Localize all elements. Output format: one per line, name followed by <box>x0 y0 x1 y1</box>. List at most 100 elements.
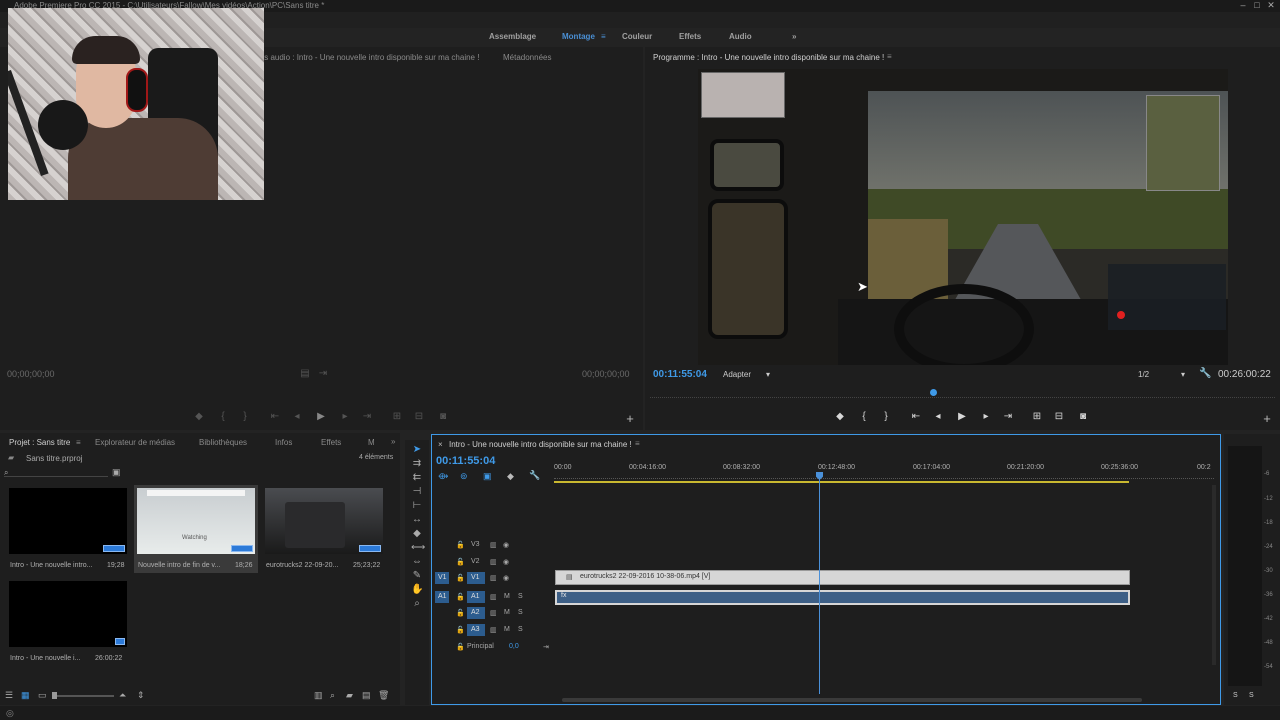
mute-button[interactable]: M <box>504 626 510 633</box>
icon-view-icon[interactable]: ▦ <box>21 690 30 701</box>
timeline-vscroll[interactable] <box>1212 485 1216 665</box>
slide-icon[interactable]: ⇔ <box>411 556 423 568</box>
tab-markers[interactable]: M <box>368 438 375 447</box>
close-icon[interactable]: ✕ <box>1264 0 1278 11</box>
project-item-thumb[interactable] <box>9 488 127 554</box>
master-volume-value[interactable]: 0,0 <box>509 643 519 650</box>
timeline-ruler[interactable] <box>554 474 1214 479</box>
tab-media-browser[interactable]: Explorateur de médias <box>95 438 175 447</box>
toggle-sync-icon[interactable]: ▥ <box>490 609 497 617</box>
add-button-icon[interactable]: + <box>623 411 637 426</box>
toggle-sync-icon[interactable]: ▥ <box>490 593 497 601</box>
zoom-icon[interactable]: ⌕ <box>411 598 423 610</box>
go-to-out-icon[interactable]: ⇥ <box>1001 411 1015 422</box>
razor-icon[interactable]: ◆ <box>411 528 423 540</box>
program-title[interactable]: Programme : Intro - Une nouvelle intro d… <box>653 53 884 62</box>
find-icon[interactable]: ⌕ <box>330 690 335 701</box>
lock-icon[interactable]: 🔓 <box>456 626 465 634</box>
program-timecode[interactable]: 00:11:55:04 <box>653 369 707 380</box>
workspace-overflow[interactable]: » <box>792 32 796 41</box>
minimize-icon[interactable]: – <box>1236 0 1250 10</box>
program-scrubber[interactable] <box>650 390 1275 398</box>
workspace-effets[interactable]: Effets <box>679 32 701 41</box>
eye-icon[interactable]: ◉ <box>503 558 509 566</box>
step-back-icon[interactable]: ◂ <box>931 411 945 422</box>
workspace-menu-icon[interactable]: ≡ <box>601 32 606 41</box>
list-view-icon[interactable]: ☰ <box>5 690 13 701</box>
eye-icon[interactable]: ◉ <box>503 541 509 549</box>
go-to-in-icon[interactable]: ⇤ <box>909 411 923 422</box>
play-icon[interactable]: ▶ <box>955 411 969 422</box>
chevron-down-icon[interactable]: ▾ <box>766 370 770 379</box>
lock-icon[interactable]: 🔓 <box>456 541 465 549</box>
wrench-icon[interactable]: 🔧 <box>1199 368 1211 379</box>
extract-icon[interactable]: ⊟ <box>1052 411 1066 422</box>
timeline-timecode[interactable]: 00:11:55:04 <box>436 455 495 467</box>
tab-menu-icon[interactable]: ≡ <box>76 438 81 447</box>
project-item-thumb[interactable]: Watching <box>137 488 255 554</box>
tab-libraries[interactable]: Bibliothèques <box>199 438 247 447</box>
eye-icon[interactable]: ◉ <box>503 574 509 582</box>
marker-icon[interactable]: ◆ <box>833 411 847 422</box>
tab-overflow[interactable]: » <box>391 437 395 446</box>
linked-selection-icon[interactable]: ⊚ <box>460 471 468 482</box>
workspace-montage[interactable]: Montage <box>562 32 595 41</box>
camera-icon[interactable]: ◙ <box>1076 411 1090 422</box>
sequence-tab[interactable]: Intro - Une nouvelle intro disponible su… <box>449 440 632 449</box>
freeform-view-icon[interactable]: ▭ <box>38 690 47 701</box>
lock-icon[interactable]: 🔓 <box>456 593 465 601</box>
export-frame-icon[interactable]: ▤ <box>298 368 312 379</box>
toggle-sync-icon[interactable]: ▥ <box>490 558 497 566</box>
workspace-couleur[interactable]: Couleur <box>622 32 652 41</box>
snap-icon[interactable]: ⟴ <box>438 471 448 482</box>
track-select-icon[interactable]: ⇉ <box>411 458 423 470</box>
tab-metadata[interactable]: Métadonnées <box>503 53 551 62</box>
timeline-hscroll[interactable] <box>562 698 1142 702</box>
workspace-audio[interactable]: Audio <box>729 32 752 41</box>
pen-icon[interactable]: ✎ <box>411 570 423 582</box>
hand-icon[interactable]: ✋ <box>411 584 423 596</box>
go-to-out-icon[interactable]: ⇥ <box>360 411 374 422</box>
sort-order-icon[interactable]: ⇕ <box>137 690 145 701</box>
resolution-dropdown[interactable]: 1/2 <box>1138 370 1149 379</box>
lock-icon[interactable]: 🔓 <box>456 643 465 651</box>
timeline-settings-icon[interactable]: 🔧 <box>529 470 540 481</box>
camera-icon[interactable]: ◙ <box>436 411 450 422</box>
fit-dropdown[interactable]: Adapter <box>723 370 751 379</box>
rate-stretch-icon[interactable]: ↔ <box>411 514 423 526</box>
overwrite-icon[interactable]: ⊟ <box>412 411 426 422</box>
slip-icon[interactable]: ⟷ <box>411 542 425 554</box>
program-playhead-handle[interactable] <box>930 389 937 396</box>
solo-button[interactable]: S <box>518 626 523 633</box>
insert-clip-icon[interactable]: ⊞ <box>390 411 404 422</box>
meter-solo-left[interactable]: S <box>1233 692 1238 699</box>
step-forward-icon[interactable]: ▸ <box>338 411 352 422</box>
program-menu-icon[interactable]: ≡ <box>887 52 892 61</box>
work-area-bar[interactable] <box>554 481 1129 483</box>
sequence-menu-icon[interactable]: ≡ <box>635 439 640 448</box>
mute-button[interactable]: M <box>504 609 510 616</box>
go-to-end-icon[interactable]: ⇥ <box>543 643 549 651</box>
mute-button[interactable]: M <box>504 593 510 600</box>
lock-icon[interactable]: 🔓 <box>456 558 465 566</box>
track-select-back-icon[interactable]: ⇇ <box>411 472 423 484</box>
tab-project[interactable]: Projet : Sans titre <box>9 438 70 447</box>
sort-icon[interactable]: ⏶ <box>119 690 126 701</box>
lift-icon[interactable]: ⊞ <box>1030 411 1044 422</box>
video-clip[interactable]: ▤ eurotrucks2 22-09-2016 10-38-06.mp4 [V… <box>555 570 1130 585</box>
playhead-line[interactable] <box>819 474 820 694</box>
insert-icon[interactable]: ⇥ <box>316 368 330 379</box>
tab-effects[interactable]: Effets <box>321 438 341 447</box>
add-marker-icon[interactable]: ◆ <box>507 471 514 482</box>
project-item-thumb[interactable] <box>9 581 127 647</box>
solo-button[interactable]: S <box>518 609 523 616</box>
maximize-icon[interactable]: □ <box>1250 0 1264 10</box>
audio-clip[interactable]: fx <box>555 590 1130 605</box>
resolution-chevron-icon[interactable]: ▾ <box>1181 370 1185 379</box>
mark-in-icon[interactable]: { <box>857 411 871 422</box>
toggle-sync-icon[interactable]: ▥ <box>490 626 497 634</box>
toggle-sync-icon[interactable]: ▥ <box>490 541 497 549</box>
close-icon[interactable]: × <box>438 440 443 449</box>
meter-solo-right[interactable]: S <box>1249 692 1254 699</box>
toggle-sync-icon[interactable]: ▥ <box>490 574 497 582</box>
